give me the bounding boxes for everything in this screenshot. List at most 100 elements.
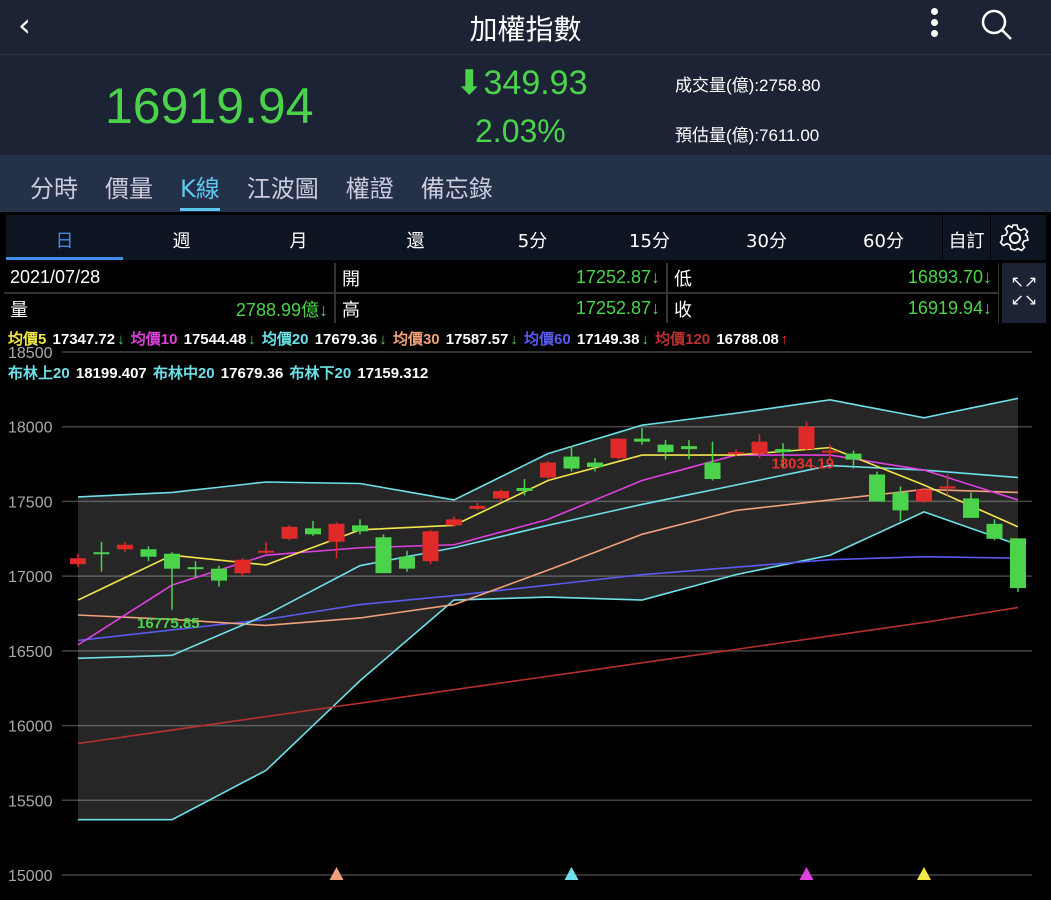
- candle-body: [798, 426, 815, 450]
- y-tick-label: 16000: [8, 719, 53, 736]
- close-value: 16919.94↓: [907, 298, 992, 318]
- open-value: 17252.87↓: [575, 267, 660, 287]
- ma-label: 均價5: [8, 331, 47, 348]
- tab-kline[interactable]: K線: [180, 155, 220, 212]
- y-tick-label: 17500: [8, 494, 53, 511]
- high-cell: 高 17252.87↓: [336, 294, 666, 323]
- candle-body: [963, 498, 979, 518]
- ma-arrow: ↓: [117, 331, 129, 348]
- candle-body: [164, 553, 180, 569]
- candle-body: [258, 550, 274, 553]
- candle-body: [117, 544, 133, 550]
- candle-body: [751, 441, 768, 454]
- custom-period-button[interactable]: 自訂: [942, 215, 990, 260]
- open-cell: 開 17252.87↓: [336, 263, 666, 292]
- ma-value: 17544.48: [179, 331, 247, 348]
- y-tick-label: 16500: [8, 644, 53, 661]
- volume-cell: 量 2788.99億↓: [4, 294, 334, 323]
- candle-body: [469, 505, 486, 509]
- main-tabs: 分時 價量 K線 江波圖 權證 備忘錄: [0, 155, 1051, 212]
- period-week[interactable]: 週: [123, 215, 240, 260]
- ma-value: 17587.57: [441, 331, 509, 348]
- candle-body: [822, 450, 838, 453]
- ma-value: 16788.08: [712, 331, 779, 348]
- search-icon[interactable]: [980, 8, 1014, 42]
- candle-body: [375, 537, 392, 574]
- candle-body: [986, 523, 1003, 539]
- y-tick-label: 15500: [8, 793, 53, 810]
- ma-arrow: ↓: [379, 331, 391, 348]
- candle-body: [328, 523, 345, 542]
- candle-body: [775, 449, 791, 453]
- volume-label: 量: [10, 299, 28, 320]
- close-cell: 收 16919.94↓: [668, 294, 998, 323]
- tab-wave[interactable]: 江波圖: [247, 155, 319, 212]
- price-change: ⬇349.93: [455, 63, 588, 103]
- ma-value: 17679.36: [310, 331, 378, 348]
- down-arrow-icon: ⬇: [455, 64, 484, 102]
- candle-body: [540, 462, 556, 478]
- candle-body: [681, 446, 697, 450]
- period-month[interactable]: 月: [240, 215, 357, 260]
- period-60min[interactable]: 60分: [825, 215, 942, 260]
- tab-intraday[interactable]: 分時: [30, 155, 78, 212]
- ma-value: 17149.38: [572, 331, 640, 348]
- candle-body: [657, 444, 674, 453]
- ma-label: 均價30: [392, 331, 440, 348]
- ma-arrow: ↓: [641, 331, 654, 348]
- period-5min[interactable]: 5分: [474, 215, 591, 260]
- period-adjusted[interactable]: 還: [357, 215, 474, 260]
- ma-legend: 均價5 17347.72 ↓ 均價10 17544.48 ↓ 均價20 17679.…: [8, 328, 790, 349]
- candle-body: [446, 519, 462, 526]
- period-30min[interactable]: 30分: [708, 215, 825, 260]
- date-value: 2021/07/28: [10, 267, 101, 287]
- signal-marker: [917, 867, 931, 880]
- ohlc-table: 2021/07/28 開 17252.87↓ 低 16893.70↓ 量 2788.9…: [4, 263, 999, 323]
- bb-value: 17679.36: [216, 365, 288, 382]
- ma-arrow: ↓: [510, 331, 523, 348]
- gear-icon[interactable]: [990, 215, 1038, 260]
- candle-body: [305, 528, 321, 535]
- candle-body: [869, 474, 885, 502]
- high-label: 高: [342, 299, 360, 320]
- signal-marker: [564, 867, 579, 880]
- ma-label: 均價20: [261, 331, 309, 348]
- expand-icon[interactable]: ↖↗ ↙↘: [1002, 263, 1046, 323]
- close-label: 收: [674, 299, 692, 320]
- more-menu-icon[interactable]: [920, 4, 948, 44]
- candle-body: [93, 552, 110, 555]
- y-tick-label: 18000: [8, 420, 53, 437]
- candle-body: [234, 559, 251, 574]
- date-cell: 2021/07/28: [4, 263, 334, 292]
- ma-value: 17347.72: [48, 331, 116, 348]
- ma-label: 均價120: [655, 331, 711, 348]
- tab-warrants[interactable]: 權證: [346, 155, 394, 212]
- bb-label: 布林上20: [8, 365, 70, 382]
- candle-body: [493, 490, 509, 499]
- signal-marker: [799, 867, 814, 880]
- low-value: 16893.70↓: [907, 267, 992, 287]
- high-value: 17252.87↓: [575, 298, 660, 318]
- bb-value: 17159.312: [353, 365, 429, 382]
- price-annotation: 16775.85: [137, 615, 200, 632]
- tab-price-volume[interactable]: 價量: [105, 155, 153, 212]
- quote-panel: 16919.94 ⬇349.93 2.03% 成交量(億):2758.80 預估…: [0, 55, 1051, 155]
- tab-memo[interactable]: 備忘錄: [421, 155, 493, 212]
- bb-label: 布林中20: [152, 365, 215, 382]
- candle-body: [399, 556, 415, 569]
- candle-body: [187, 567, 204, 570]
- y-tick-label: 17000: [8, 569, 53, 586]
- last-price: 16919.94: [105, 78, 314, 134]
- candle-body: [422, 531, 439, 562]
- bb-label: 布林下20: [289, 365, 352, 382]
- y-tick-label: 15000: [8, 868, 53, 885]
- price-annotation: 18034.19: [772, 456, 835, 473]
- period-15min[interactable]: 15分: [591, 215, 708, 260]
- signal-marker: [329, 867, 344, 880]
- candle-body: [728, 452, 744, 455]
- period-day[interactable]: 日: [6, 215, 123, 260]
- candle-body: [610, 438, 627, 459]
- low-label: 低: [674, 268, 692, 289]
- candle-body: [634, 438, 650, 442]
- candle-body: [1010, 538, 1026, 589]
